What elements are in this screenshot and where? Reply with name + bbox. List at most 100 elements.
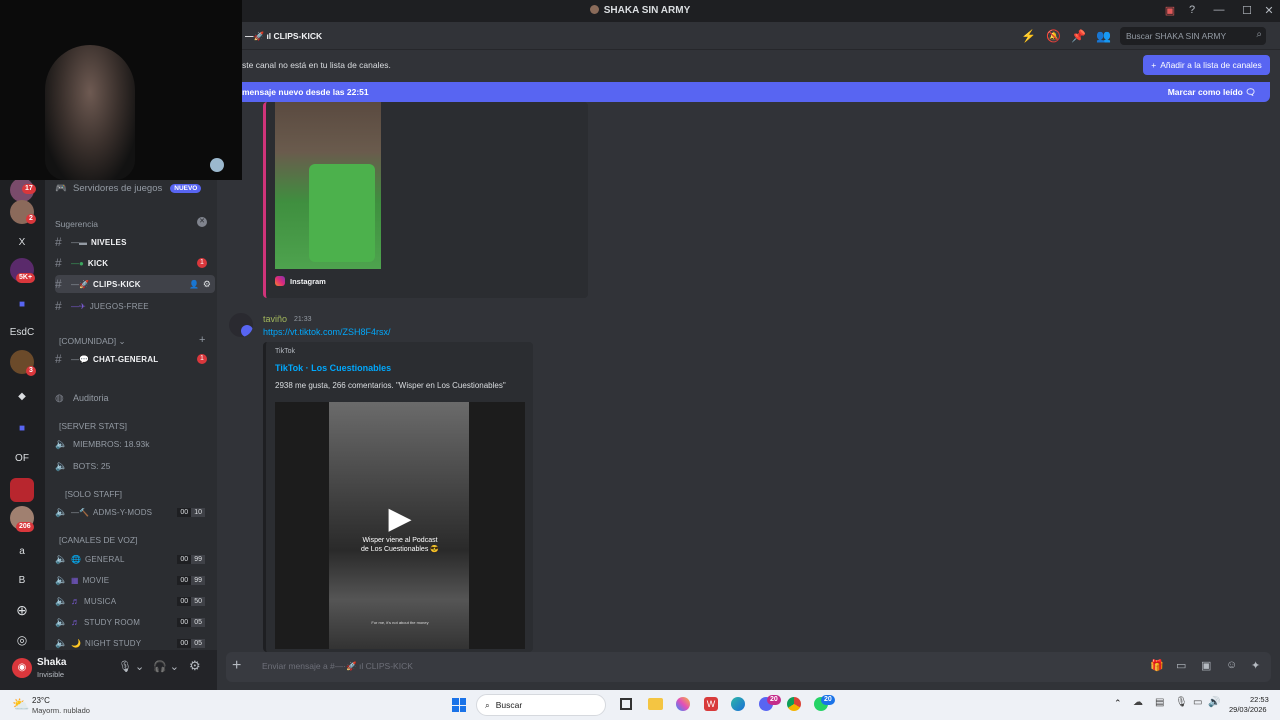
file-explorer-icon[interactable] — [648, 698, 663, 710]
embed-title[interactable]: TikTok · Los Cuestionables — [275, 363, 391, 373]
threads-icon[interactable]: ⚡ — [1021, 29, 1036, 43]
avatar[interactable]: ◉ — [12, 658, 32, 678]
clock-time[interactable]: 22:53 — [1250, 695, 1269, 704]
pin-icon[interactable]: 📌 — [1071, 29, 1086, 43]
display-icon[interactable]: ▭ — [1193, 697, 1202, 708]
add-channel-icon[interactable]: + — [199, 334, 205, 346]
volume-icon[interactable]: 🔊 — [1208, 697, 1220, 708]
voice-general[interactable]: 🔈 🌐 GENERAL 00 99 — [55, 550, 215, 568]
server-icon[interactable]: B — [10, 568, 34, 592]
search-input[interactable]: Buscar SHAKA SIN ARMY ⌕ — [1120, 27, 1266, 45]
new-messages-bar[interactable]: mensaje nuevo desde las 22:51 Marcar com… — [237, 82, 1270, 102]
voice-study-room[interactable]: 🔈 ♬ STUDY ROOM 00 05 — [55, 613, 215, 631]
headphones-icon[interactable]: 🎧 ⌄ — [153, 660, 179, 673]
channel-niveles[interactable]: # —▬ NIVELES — [55, 233, 215, 251]
channel-clips-kick[interactable]: # —🚀 CLIPS-KICK 👤 ⚙ — [55, 275, 215, 293]
inbox-icon[interactable]: ▣ — [1161, 4, 1179, 17]
instagram-embed: Instagram — [263, 102, 588, 298]
message-input[interactable]: Enviar mensaje a #—·🚀 ıl CLIPS-KICK — [262, 661, 962, 672]
chrome-icon[interactable] — [787, 697, 801, 711]
category-server-stats[interactable]: [SERVER STATS] — [59, 421, 127, 431]
attach-plus-icon[interactable]: + — [232, 657, 241, 675]
voice-musica[interactable]: 🔈 ♬ MUSICA 00 50 — [55, 592, 215, 610]
whatsapp-badge: 20 — [821, 695, 835, 705]
mute-icon[interactable]: 🔕 — [1046, 29, 1061, 43]
taskbar: ⛅ 23°C Mayorm. nublado ⌕ Buscar W 20 20 … — [0, 690, 1280, 720]
diamond-icon[interactable]: ◆ — [10, 384, 34, 408]
clock-date[interactable]: 29/03/2026 — [1229, 705, 1267, 714]
notice-text: ste canal no está en tu lista de canales… — [242, 60, 391, 70]
video-caption: Wisper viene al Podcast de Los Cuestiona… — [361, 537, 439, 553]
green-bin-shape — [309, 164, 375, 262]
channel-juegos-free[interactable]: # —✈ JUEGOS-FREE — [55, 297, 215, 315]
chevron-down-icon: ⌄ — [118, 336, 126, 346]
voice-movie[interactable]: 🔈 ▦ MOVIE 00 99 — [55, 571, 215, 589]
user-panel: ◉ Shaka Invisible 🎙 ⌄ 🎧 ⌄ ⚙ — [0, 650, 217, 690]
gif-icon[interactable]: ▭ — [1176, 659, 1186, 672]
avatar[interactable] — [229, 313, 253, 337]
webcam-overlay — [0, 0, 242, 180]
copilot-icon[interactable] — [676, 697, 690, 711]
minimize-button[interactable]: — — [1210, 4, 1228, 16]
emoji-icon[interactable]: ☺ — [1226, 659, 1237, 671]
tray-chevron-icon[interactable]: ⌃ — [1114, 698, 1122, 709]
play-icon[interactable]: ▶ — [383, 502, 417, 536]
server-icon[interactable]: OF — [10, 446, 34, 470]
close-suggestion-icon[interactable]: ✕ — [197, 217, 207, 227]
server-icon[interactable]: EsdC — [8, 320, 36, 344]
folder-icon[interactable]: ■ — [10, 416, 34, 440]
taskview-icon[interactable] — [620, 698, 632, 710]
message-link[interactable]: https://vt.tiktok.com/ZSH8F4rsx/ — [263, 327, 391, 337]
start-icon[interactable] — [452, 698, 466, 712]
settings-icon[interactable]: ⚙ — [203, 279, 211, 290]
explore-icon[interactable]: ◎ — [10, 628, 34, 652]
close-button[interactable]: ✕ — [1260, 4, 1278, 17]
apps-icon[interactable]: ✦ — [1251, 659, 1260, 672]
microphone-tray-icon[interactable]: 🎙 — [1175, 697, 1188, 708]
gift-icon[interactable]: 🎁 — [1150, 659, 1164, 672]
folder-icon[interactable]: ■ — [10, 292, 34, 316]
video-thumbnail[interactable]: Wisper viene al Podcast de Los Cuestiona… — [275, 402, 525, 649]
invite-icon[interactable]: 👤 — [189, 280, 199, 289]
embed-image[interactable] — [275, 102, 381, 269]
category-comunidad[interactable]: [COMUNIDAD] ⌄ — [59, 336, 126, 347]
voice-members-stat[interactable]: 🔈 MIEMBROS: 18.93k — [55, 435, 215, 453]
game-servers-item[interactable]: 🎮 Servidores de juegos NUEVO — [55, 180, 215, 196]
channel-kick[interactable]: # —● KICK 1 — [55, 254, 215, 272]
add-server-icon[interactable]: ⊕ — [10, 598, 34, 622]
speaker-icon: 🔈 — [55, 616, 68, 628]
category-canales-de-voz[interactable]: [CANALES DE VOZ] — [59, 535, 137, 545]
weather-icon[interactable]: ⛅ — [12, 696, 29, 713]
auditoria-item[interactable]: ◍ Auditoria — [55, 389, 215, 407]
channel-emoji-icon: —● — [71, 258, 84, 268]
server-badge: 17 — [22, 184, 36, 194]
tray-app-icon[interactable]: ▤ — [1155, 697, 1164, 708]
office-app-icon[interactable]: W — [704, 697, 718, 711]
members-icon[interactable]: 👥 — [1096, 29, 1111, 43]
taskbar-search[interactable]: ⌕ Buscar — [476, 694, 606, 716]
onedrive-icon[interactable]: ☁ — [1133, 697, 1143, 708]
help-icon[interactable]: ? — [1183, 4, 1201, 16]
sticker-icon[interactable]: ▣ — [1201, 659, 1211, 672]
channel-chat-general[interactable]: # —💬 CHAT-GENERAL 1 — [55, 350, 215, 368]
user-settings-icon[interactable]: ⚙ — [189, 658, 201, 674]
maximize-button[interactable]: ☐ — [1238, 4, 1256, 17]
server-icon[interactable]: a — [10, 539, 34, 563]
microphone-icon[interactable]: 🎙 ⌄ — [118, 660, 144, 673]
add-to-channel-list-button[interactable]: + Añadir a la lista de canales — [1143, 55, 1270, 75]
server-icon[interactable]: X — [10, 230, 34, 254]
voice-bots-stat[interactable]: 🔈 BOTS: 25 — [55, 457, 215, 475]
category-solo-staff[interactable]: [SOLO STAFF] — [65, 489, 122, 499]
music-note-icon: ♬ — [71, 596, 80, 606]
voice-adms-y-mods[interactable]: 🔈 —🔨 ADMS-Y-MODS 00 10 — [55, 503, 215, 521]
channel-emoji-icon: —🚀 — [71, 279, 89, 289]
instagram-icon — [275, 276, 285, 286]
mark-as-read-button[interactable]: Marcar como leído 🗨 — [1168, 87, 1256, 98]
voice-counter: 00 99 — [177, 554, 205, 564]
server-icon[interactable] — [10, 478, 34, 502]
suggestion-label: Sugerencia — [55, 219, 99, 229]
unread-badge: 1 — [197, 258, 207, 268]
edge-icon[interactable] — [731, 697, 745, 711]
message-author[interactable]: taviño — [263, 314, 287, 324]
channel-emoji-icon: —🔨 — [71, 507, 89, 517]
